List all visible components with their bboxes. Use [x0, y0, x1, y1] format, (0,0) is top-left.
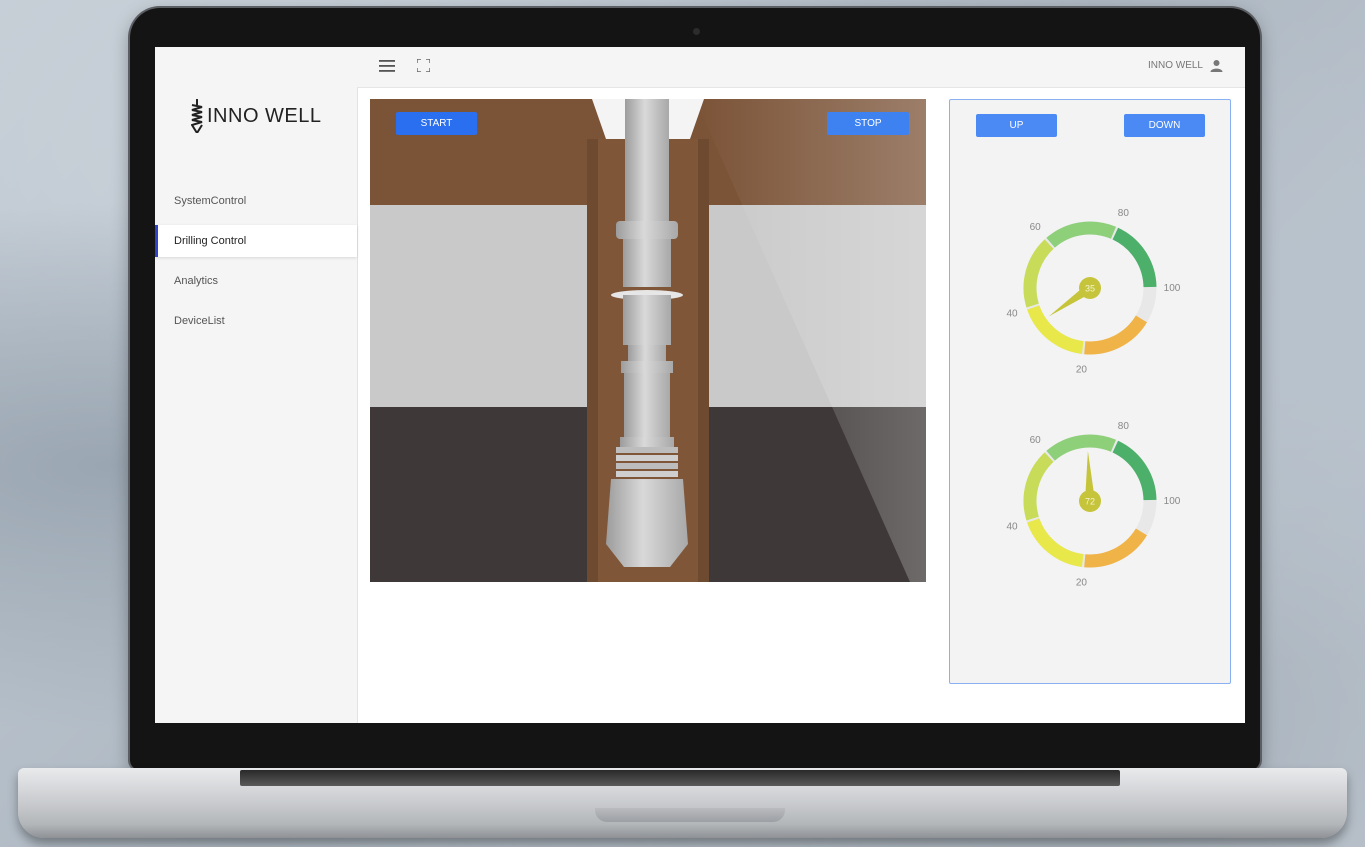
gauge-tick-label: 40: [1006, 308, 1018, 319]
start-button[interactable]: START: [396, 112, 477, 135]
gauge-segment-4: [1112, 440, 1157, 501]
stop-button[interactable]: STOP: [827, 112, 909, 135]
gauge-segment-2: [1023, 452, 1054, 521]
gauge-tick-label: 60: [1030, 222, 1042, 233]
gauge-segment-1: [1027, 518, 1084, 568]
user-name: INNO WELL: [1147, 60, 1203, 71]
gauge-tick-label: 80: [1118, 208, 1130, 219]
fullscreen-icon[interactable]: [417, 59, 430, 72]
gauge-segment-3: [1046, 434, 1116, 461]
gauge-value: 35: [1085, 284, 1095, 294]
sidebar-item-drilling-control[interactable]: Drilling Control: [155, 225, 357, 257]
gauge-segment-3: [1046, 221, 1116, 248]
drilling-3d-view[interactable]: START STOP: [370, 99, 926, 582]
gauge-segment-0: [1084, 315, 1147, 355]
gauge-segment-2: [1023, 239, 1054, 308]
sidebar-nav: SystemControl Drilling Control Analytics…: [155, 185, 357, 345]
gauge-tick-label: 100: [1164, 496, 1181, 507]
gauge-1: 20 40 60 80 100 35: [1006, 208, 1181, 376]
gauge-tick-label: 60: [1030, 435, 1042, 446]
gauge-tick-label: 80: [1118, 421, 1130, 432]
user-menu[interactable]: INNO WELL: [1148, 59, 1223, 72]
drill-bit-logo-icon: [191, 99, 203, 133]
sidebar-item-analytics[interactable]: Analytics: [155, 265, 357, 297]
gauge-segment-1: [1027, 305, 1084, 355]
down-button[interactable]: DOWN: [1124, 114, 1205, 137]
brand-name: INNO WELL: [207, 104, 322, 127]
up-button[interactable]: UP: [976, 114, 1057, 137]
gauge-tick-label: 20: [1076, 578, 1088, 589]
sidebar: INNO WELL SystemControl Drilling Control…: [155, 47, 358, 723]
gauge-tick-label: 20: [1076, 365, 1088, 376]
laptop-notch: [595, 808, 785, 822]
keyboard-edge: [240, 770, 1120, 786]
webcam: [693, 28, 700, 35]
gauge-value: 72: [1085, 497, 1095, 507]
gauge-segment-0: [1084, 528, 1147, 568]
top-bar: INNO WELL: [357, 47, 1245, 88]
menu-icon[interactable]: [379, 60, 395, 72]
brand-logo: INNO WELL: [191, 99, 322, 133]
user-icon: [1210, 60, 1223, 72]
sidebar-item-device-list[interactable]: DeviceList: [155, 305, 357, 337]
sidebar-item-system-control[interactable]: SystemControl: [155, 185, 357, 217]
gauge-segment-4: [1112, 227, 1157, 288]
gauge-panel: UP DOWN 20 40 60 80 100 35 20 40 60 80 100 72: [949, 99, 1231, 684]
wellbore-illustration: [370, 99, 926, 582]
gauge-tick-label: 40: [1006, 521, 1018, 532]
gauge-2: 20 40 60 80 100 72: [1006, 421, 1181, 589]
gauge-tick-label: 100: [1164, 283, 1181, 294]
app-screen: INNO WELL SystemControl Drilling Control…: [155, 47, 1245, 723]
